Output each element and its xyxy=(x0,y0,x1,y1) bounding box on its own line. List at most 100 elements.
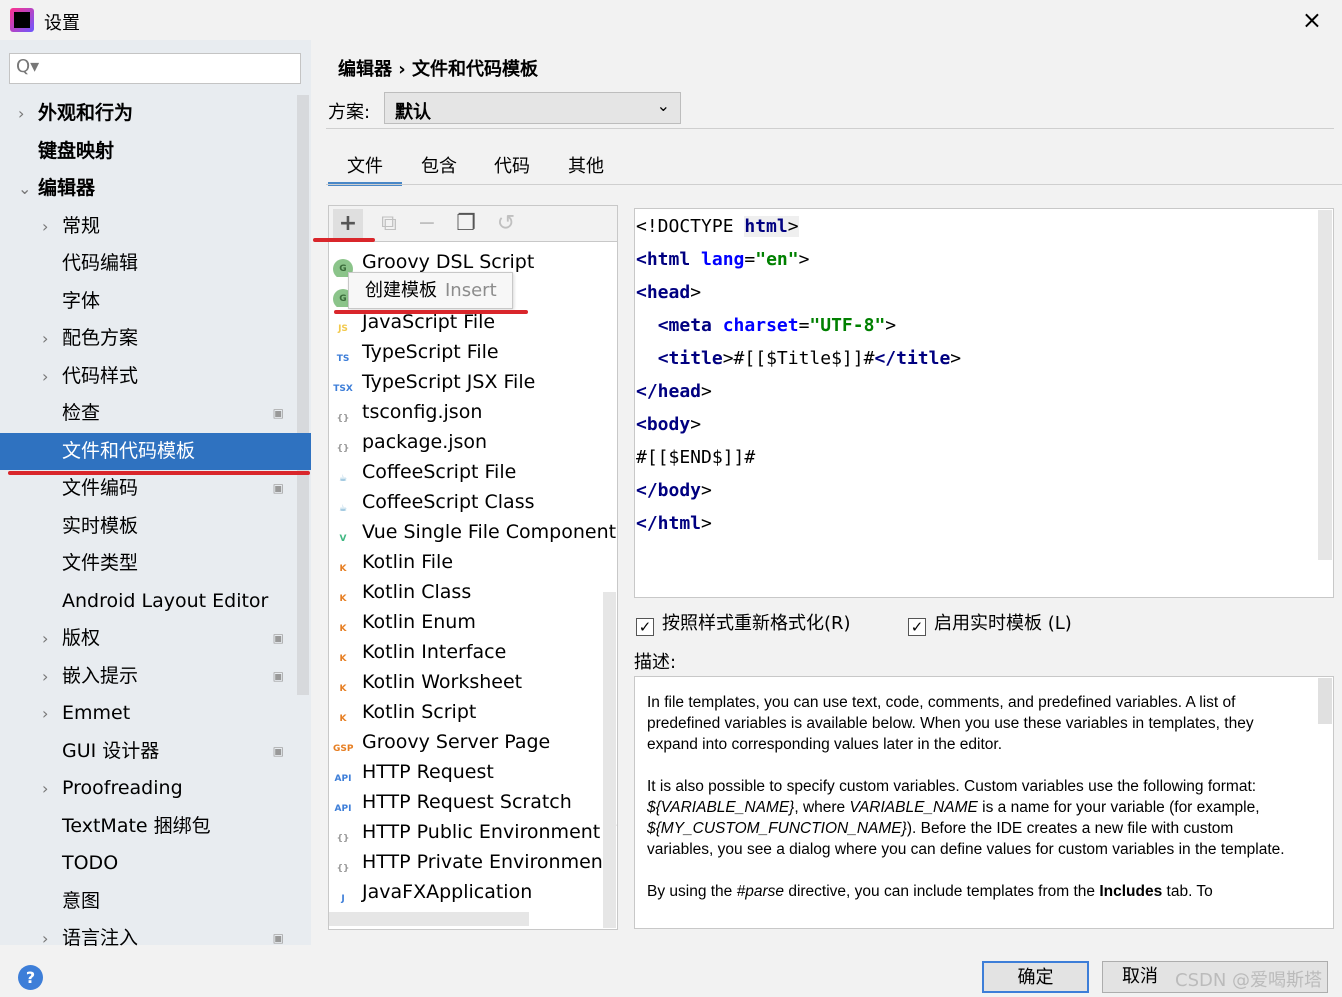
sidebar-item-label: 版权 xyxy=(62,627,101,649)
tab-other[interactable]: 其他 xyxy=(568,152,604,186)
template-list-item[interactable]: ☕ CoffeeScript Class xyxy=(333,487,617,517)
sidebar-item[interactable]: › 代码样式 xyxy=(0,358,298,395)
chevron-right-icon[interactable]: › xyxy=(42,620,48,657)
template-list-item[interactable]: K Kotlin Enum xyxy=(333,607,617,637)
chevron-right-icon[interactable]: › xyxy=(42,320,48,357)
chevron-right-icon[interactable]: › xyxy=(42,358,48,395)
template-list-item[interactable]: K Kotlin Interface xyxy=(333,637,617,667)
sidebar-item[interactable]: Android Layout Editor xyxy=(0,583,298,620)
sidebar-item[interactable]: › 语言注入 ▣ xyxy=(0,920,298,957)
reset-template-button[interactable]: ↺ xyxy=(491,209,521,239)
sidebar-item-label: 代码样式 xyxy=(62,364,139,387)
sidebar-item-label: 外观和行为 xyxy=(38,102,134,124)
code-token: </head xyxy=(636,381,702,402)
template-list-item[interactable]: TSX TypeScript JSX File xyxy=(333,367,617,397)
template-list-item[interactable]: V Vue Single File Component xyxy=(333,517,617,547)
template-list-item[interactable]: API HTTP Request xyxy=(333,757,617,787)
template-list-item[interactable]: TS TypeScript File xyxy=(333,337,617,367)
chevron-right-icon[interactable]: › xyxy=(42,770,48,807)
variable: ${VARIABLE_NAME} xyxy=(647,799,795,816)
sidebar-item[interactable]: 文件和代码模板 xyxy=(0,432,311,470)
tab-includes[interactable]: 包含 xyxy=(421,152,457,186)
app-logo xyxy=(10,8,34,32)
template-list-item[interactable]: {} HTTP Public Environment File xyxy=(333,817,617,847)
code-token: > xyxy=(690,414,702,435)
sidebar-item[interactable]: 字体 xyxy=(0,283,298,320)
template-list-item[interactable]: {} package.json xyxy=(333,427,617,457)
title-bar xyxy=(0,0,1342,40)
sidebar-item[interactable]: 检查 ▣ xyxy=(0,395,298,432)
chevron-right-icon[interactable]: › xyxy=(42,920,48,957)
template-list-item[interactable]: {} tsconfig.json xyxy=(333,397,617,427)
sidebar-item[interactable]: 实时模板 xyxy=(0,508,298,545)
sidebar-item[interactable]: › 配色方案 xyxy=(0,320,298,357)
sidebar-item[interactable]: TODO xyxy=(0,845,298,882)
sidebar-scrollbar[interactable] xyxy=(297,95,309,695)
sidebar-item[interactable]: › 外观和行为 xyxy=(0,95,298,132)
sidebar-item[interactable]: 文件编码 ▣ xyxy=(0,470,298,507)
copy-template-button[interactable]: ❐ xyxy=(451,209,481,239)
list-vertical-scrollbar[interactable] xyxy=(603,592,616,928)
scheme-dropdown[interactable]: 默认 ⌄ xyxy=(384,92,681,124)
sidebar-item[interactable]: › 嵌入提示 ▣ xyxy=(0,658,298,695)
template-list-item[interactable]: ☕ CoffeeScript File xyxy=(333,457,617,487)
template-list-item[interactable]: K Kotlin Script xyxy=(333,697,617,727)
sidebar-item[interactable]: › Emmet xyxy=(0,695,298,732)
sidebar-item-label: 文件编码 xyxy=(62,477,139,499)
template-name: Kotlin Script xyxy=(362,701,477,723)
red-annotation-underline xyxy=(334,310,528,314)
variable: ${MY_CUSTOM_FUNCTION_NAME} xyxy=(647,820,907,837)
file-type-icon: V xyxy=(339,534,347,544)
sidebar-item[interactable]: › 版权 ▣ xyxy=(0,620,298,657)
live-templates-checkbox[interactable]: ✓ 启用实时模板 (L) xyxy=(908,609,1072,636)
file-type-icon: K xyxy=(339,684,347,694)
add-template-button[interactable]: + xyxy=(333,209,363,239)
tab-code[interactable]: 代码 xyxy=(494,152,530,186)
sidebar-item[interactable]: 文件类型 xyxy=(0,545,298,582)
list-horizontal-scrollbar[interactable] xyxy=(329,912,529,926)
code-token: > xyxy=(787,216,799,237)
editor-scrollbar[interactable] xyxy=(1318,210,1332,560)
close-icon[interactable]: × xyxy=(1302,6,1322,34)
sidebar-item[interactable]: › Proofreading xyxy=(0,770,298,807)
code-token: > xyxy=(690,282,702,303)
code-token: "en" xyxy=(755,249,799,270)
sidebar-item[interactable]: 代码编辑 xyxy=(0,245,298,282)
template-list-item[interactable]: K Kotlin Class xyxy=(333,577,617,607)
chevron-right-icon[interactable]: › xyxy=(18,95,24,132)
file-type-icon: J xyxy=(341,894,345,904)
template-list-item[interactable]: GSP Groovy Server Page xyxy=(333,727,617,757)
chevron-right-icon[interactable]: › xyxy=(42,658,48,695)
remove-template-button[interactable]: − xyxy=(412,209,442,239)
code-line: <meta charset="UTF-8"> xyxy=(636,312,896,340)
template-list-item[interactable]: K Kotlin Worksheet xyxy=(333,667,617,697)
chevron-down-icon[interactable]: ⌄ xyxy=(18,170,31,207)
tab-files[interactable]: 文件 xyxy=(328,152,402,186)
template-list-item[interactable]: J JavaFXApplication xyxy=(333,877,617,907)
code-line: <title>#[[$Title$]]#</title> xyxy=(636,345,961,373)
chevron-right-icon[interactable]: › xyxy=(42,695,48,732)
sidebar-item[interactable]: ⌄ 编辑器 xyxy=(0,170,298,207)
chevron-right-icon[interactable]: › xyxy=(42,208,48,245)
code-token: </html xyxy=(636,513,702,534)
template-list-item[interactable]: K Kotlin File xyxy=(333,547,617,577)
description-scrollbar[interactable] xyxy=(1318,678,1332,724)
code-token: > xyxy=(701,381,712,402)
ok-button[interactable]: 确定 xyxy=(982,961,1089,993)
sidebar-item[interactable]: › 常规 xyxy=(0,208,298,245)
reformat-checkbox[interactable]: ✓ 按照样式重新格式化(R) xyxy=(636,609,851,636)
code-token: <!DOCTYPE xyxy=(636,216,745,237)
sidebar-item[interactable]: GUI 设计器 ▣ xyxy=(0,733,298,770)
sidebar-item[interactable]: TextMate 捆绑包 xyxy=(0,808,298,845)
template-name: Kotlin File xyxy=(362,551,454,573)
sidebar-item[interactable]: 意图 xyxy=(0,883,298,920)
tooltip-shortcut: Insert xyxy=(445,280,497,301)
chevron-down-icon: ⌄ xyxy=(656,96,670,115)
sidebar-item[interactable]: 键盘映射 xyxy=(0,133,298,170)
add-child-template-button[interactable]: ⧉ xyxy=(374,209,404,239)
help-icon[interactable]: ? xyxy=(18,965,43,990)
template-list-item[interactable]: {} HTTP Private Environment File xyxy=(333,847,617,877)
settings-search-input[interactable]: Q▾ xyxy=(9,53,301,84)
text: Includes xyxy=(1099,883,1163,900)
template-list-item[interactable]: API HTTP Request Scratch xyxy=(333,787,617,817)
